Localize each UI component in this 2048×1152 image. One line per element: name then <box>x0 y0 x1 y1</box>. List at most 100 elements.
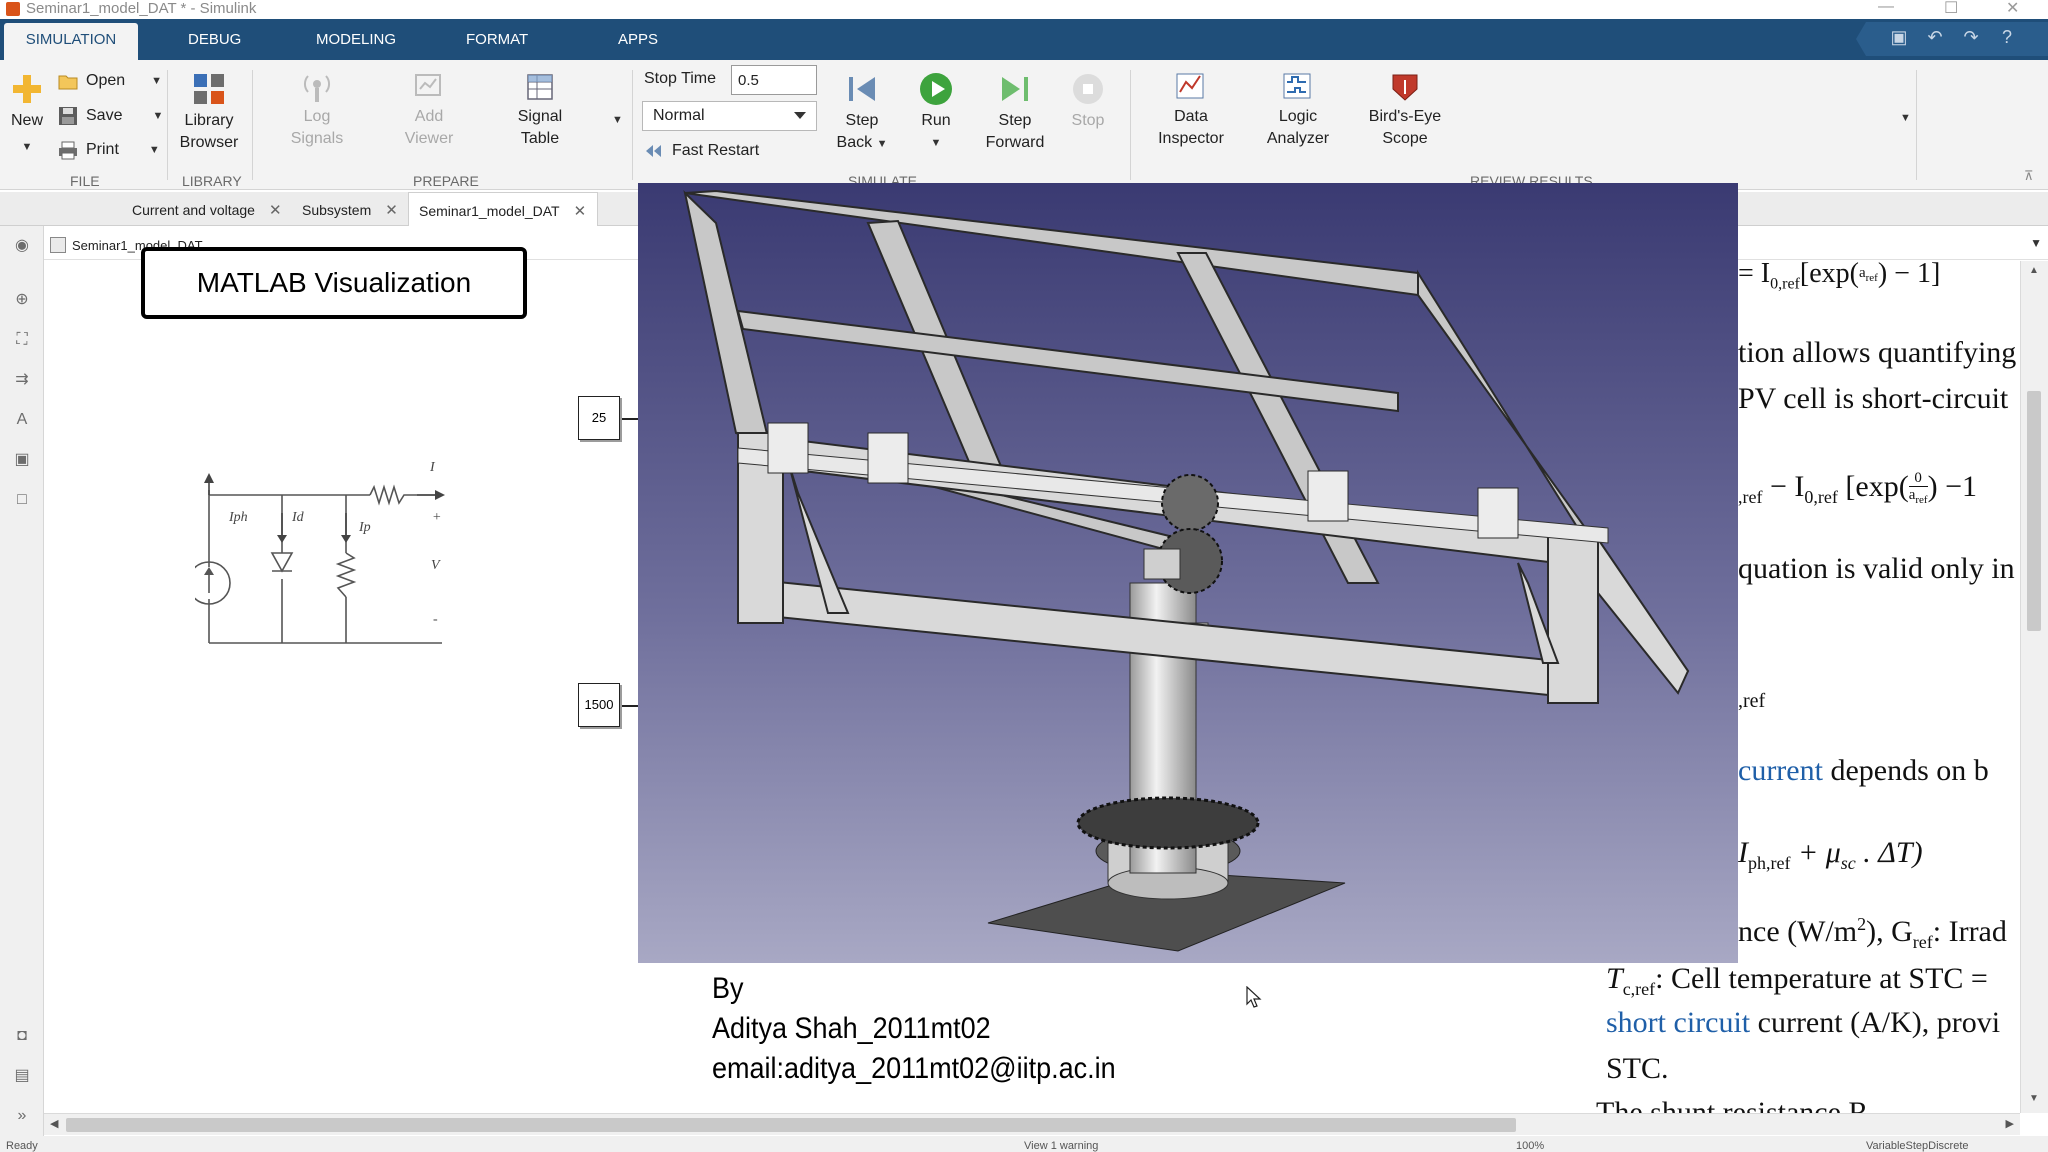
horizontal-scrollbar[interactable]: ◀ ▶ <box>44 1113 2020 1135</box>
tab-label: Subsystem <box>302 202 372 218</box>
signal-table-button[interactable]: Signal Table <box>503 72 577 150</box>
fast-restart-label: Fast Restart <box>672 142 760 159</box>
data-inspector-label-1: Data <box>1174 108 1208 125</box>
minimize-icon[interactable]: — <box>1878 0 1894 16</box>
birds-eye-scope-label-1: Bird's-Eye <box>1368 108 1442 125</box>
signal-arrow-icon[interactable]: ⇉ <box>12 370 32 390</box>
library-browser-label-2: Browser <box>179 134 239 151</box>
circuit-label-current: I <box>429 460 436 475</box>
close-icon[interactable]: ✕ <box>2006 0 2019 18</box>
circuit-label-plus: + <box>432 510 441 525</box>
log-signals-label-1: Log <box>303 108 331 125</box>
camera-icon[interactable]: ◘ <box>12 1026 32 1046</box>
equation-line-2: tion allows quantifying <box>1738 336 2017 369</box>
chevron-down-icon[interactable]: ▼ <box>149 144 160 156</box>
print-button[interactable]: Print ▼ <box>58 140 160 160</box>
scroll-left-icon[interactable]: ◀ <box>50 1117 58 1130</box>
chevron-down-icon[interactable]: ▼ <box>151 75 162 87</box>
simulation-mode-value: Normal <box>653 107 705 124</box>
save-label: Save <box>86 107 123 124</box>
tab-current-and-voltage[interactable]: Current and voltage ✕ <box>124 192 284 226</box>
library-browser-icon <box>194 74 224 104</box>
vertical-scrollbar[interactable]: ▲ ▼ <box>2020 261 2048 1113</box>
equation-line-6: ,ref <box>1738 690 1766 712</box>
stop-label: Stop <box>1071 112 1105 129</box>
circuit-label-iph: Iph <box>228 510 248 525</box>
logic-analyzer-label-1: Logic <box>1278 108 1318 125</box>
area-icon[interactable]: □ <box>12 490 32 510</box>
close-icon[interactable]: ✕ <box>269 202 282 219</box>
step-back-label-2: Back ▼ <box>836 134 888 151</box>
fit-view-icon[interactable]: ⛶ <box>12 330 32 350</box>
section-file-label: FILE <box>70 173 100 189</box>
chevron-down-icon[interactable]: ▼ <box>906 132 966 154</box>
scroll-down-icon[interactable]: ▼ <box>2029 1093 2039 1104</box>
author-email: email:aditya_2011mt02@iitp.ac.in <box>712 1052 1116 1085</box>
stop-button[interactable]: Stop <box>1060 72 1116 132</box>
add-viewer-button[interactable]: Add Viewer <box>392 72 466 150</box>
step-forward-button[interactable]: Step Forward <box>980 72 1050 154</box>
redo-icon[interactable]: ↷ <box>1960 26 1982 48</box>
library-browser-label-1: Library <box>184 112 234 129</box>
collapse-ribbon-icon[interactable]: ⊼ <box>2024 168 2034 184</box>
save-button[interactable]: Save ▼ <box>58 106 163 126</box>
equation-line-13-clip: The shunt resistance R <box>1596 1096 2020 1113</box>
explorer-bar-icon[interactable]: ▤ <box>12 1066 32 1086</box>
tab-modeling[interactable]: MODELING <box>316 31 396 48</box>
window-title: Seminar1_model_DAT * - Simulink <box>26 0 257 17</box>
chevron-down-icon[interactable]: ▼ <box>152 110 163 122</box>
birds-eye-scope-button[interactable]: Bird's-Eye Scope <box>1360 72 1450 150</box>
matlab-visualization-label: MATLAB Visualization <box>141 247 527 319</box>
tab-seminar1-model[interactable]: Seminar1_model_DAT ✕ <box>408 192 598 226</box>
undo-icon[interactable]: ↶ <box>1924 26 1946 48</box>
status-warning[interactable]: View 1 warning <box>1024 1140 1098 1152</box>
tab-debug[interactable]: DEBUG <box>188 31 241 48</box>
library-browser-button[interactable]: Library Browser <box>176 72 242 154</box>
new-button[interactable]: New ▼ <box>6 72 48 158</box>
annotation-icon[interactable]: A <box>12 410 32 430</box>
table-icon <box>527 74 553 100</box>
prepare-expand-icon[interactable]: ▼ <box>612 114 623 126</box>
save-disk-icon <box>59 107 77 125</box>
fast-restart-icon <box>646 145 661 157</box>
run-button[interactable]: Run ▼ <box>906 72 966 154</box>
close-icon[interactable]: ✕ <box>385 202 398 219</box>
tab-simulation[interactable]: SIMULATION <box>4 23 138 60</box>
data-inspector-button[interactable]: Data Inspector <box>1150 72 1232 150</box>
author-by: By <box>712 972 744 1005</box>
chevron-down-icon[interactable]: ▼ <box>877 138 888 150</box>
stop-time-input[interactable] <box>731 65 817 95</box>
logic-analyzer-button[interactable]: Logic Analyzer <box>1256 72 1340 150</box>
simulation-mode-select[interactable]: Normal <box>642 101 817 131</box>
scroll-right-icon[interactable]: ▶ <box>2006 1117 2014 1130</box>
step-back-button[interactable]: Step Back ▼ <box>832 72 892 155</box>
vertical-scroll-thumb[interactable] <box>2027 391 2041 631</box>
tab-subsystem[interactable]: Subsystem ✕ <box>294 192 400 226</box>
constant-block-irradiance[interactable]: 1500 <box>578 683 620 727</box>
signal-table-label-1: Signal <box>517 108 563 125</box>
expand-icon[interactable]: » <box>12 1106 32 1126</box>
open-button[interactable]: Open ▼ <box>58 72 162 90</box>
chevron-down-icon[interactable]: ▼ <box>2030 236 2042 250</box>
review-expand-icon[interactable]: ▼ <box>1900 112 1911 124</box>
help-icon[interactable]: ? <box>1996 26 2018 48</box>
zoom-icon[interactable]: ⊕ <box>12 290 32 310</box>
constant-block-temperature[interactable]: 25 <box>578 396 620 440</box>
maximize-icon[interactable]: ☐ <box>1944 0 1958 18</box>
tab-apps[interactable]: APPS <box>618 31 658 48</box>
save-icon[interactable]: ▣ <box>1888 26 1910 48</box>
status-solver[interactable]: VariableStepDiscrete <box>1866 1140 1969 1152</box>
fast-restart-button[interactable]: Fast Restart <box>644 142 759 160</box>
tab-format[interactable]: FORMAT <box>466 31 528 48</box>
horizontal-scroll-thumb[interactable] <box>66 1118 1516 1132</box>
step-forward-label-2: Forward <box>985 134 1045 151</box>
close-icon[interactable]: ✕ <box>574 203 587 220</box>
equation-line-7: current depends on b <box>1738 754 1989 787</box>
log-signals-button[interactable]: Log Signals <box>280 72 354 150</box>
image-icon[interactable]: ▣ <box>12 450 32 470</box>
hide-browser-icon[interactable]: ◉ <box>12 236 32 256</box>
scroll-up-icon[interactable]: ▲ <box>2029 265 2039 276</box>
model-icon <box>50 237 66 253</box>
chevron-down-icon[interactable]: ▼ <box>6 136 48 158</box>
palette-toolstrip: ◉ ⊕ ⛶ ⇉ A ▣ □ ◘ ▤ » <box>0 226 44 1136</box>
